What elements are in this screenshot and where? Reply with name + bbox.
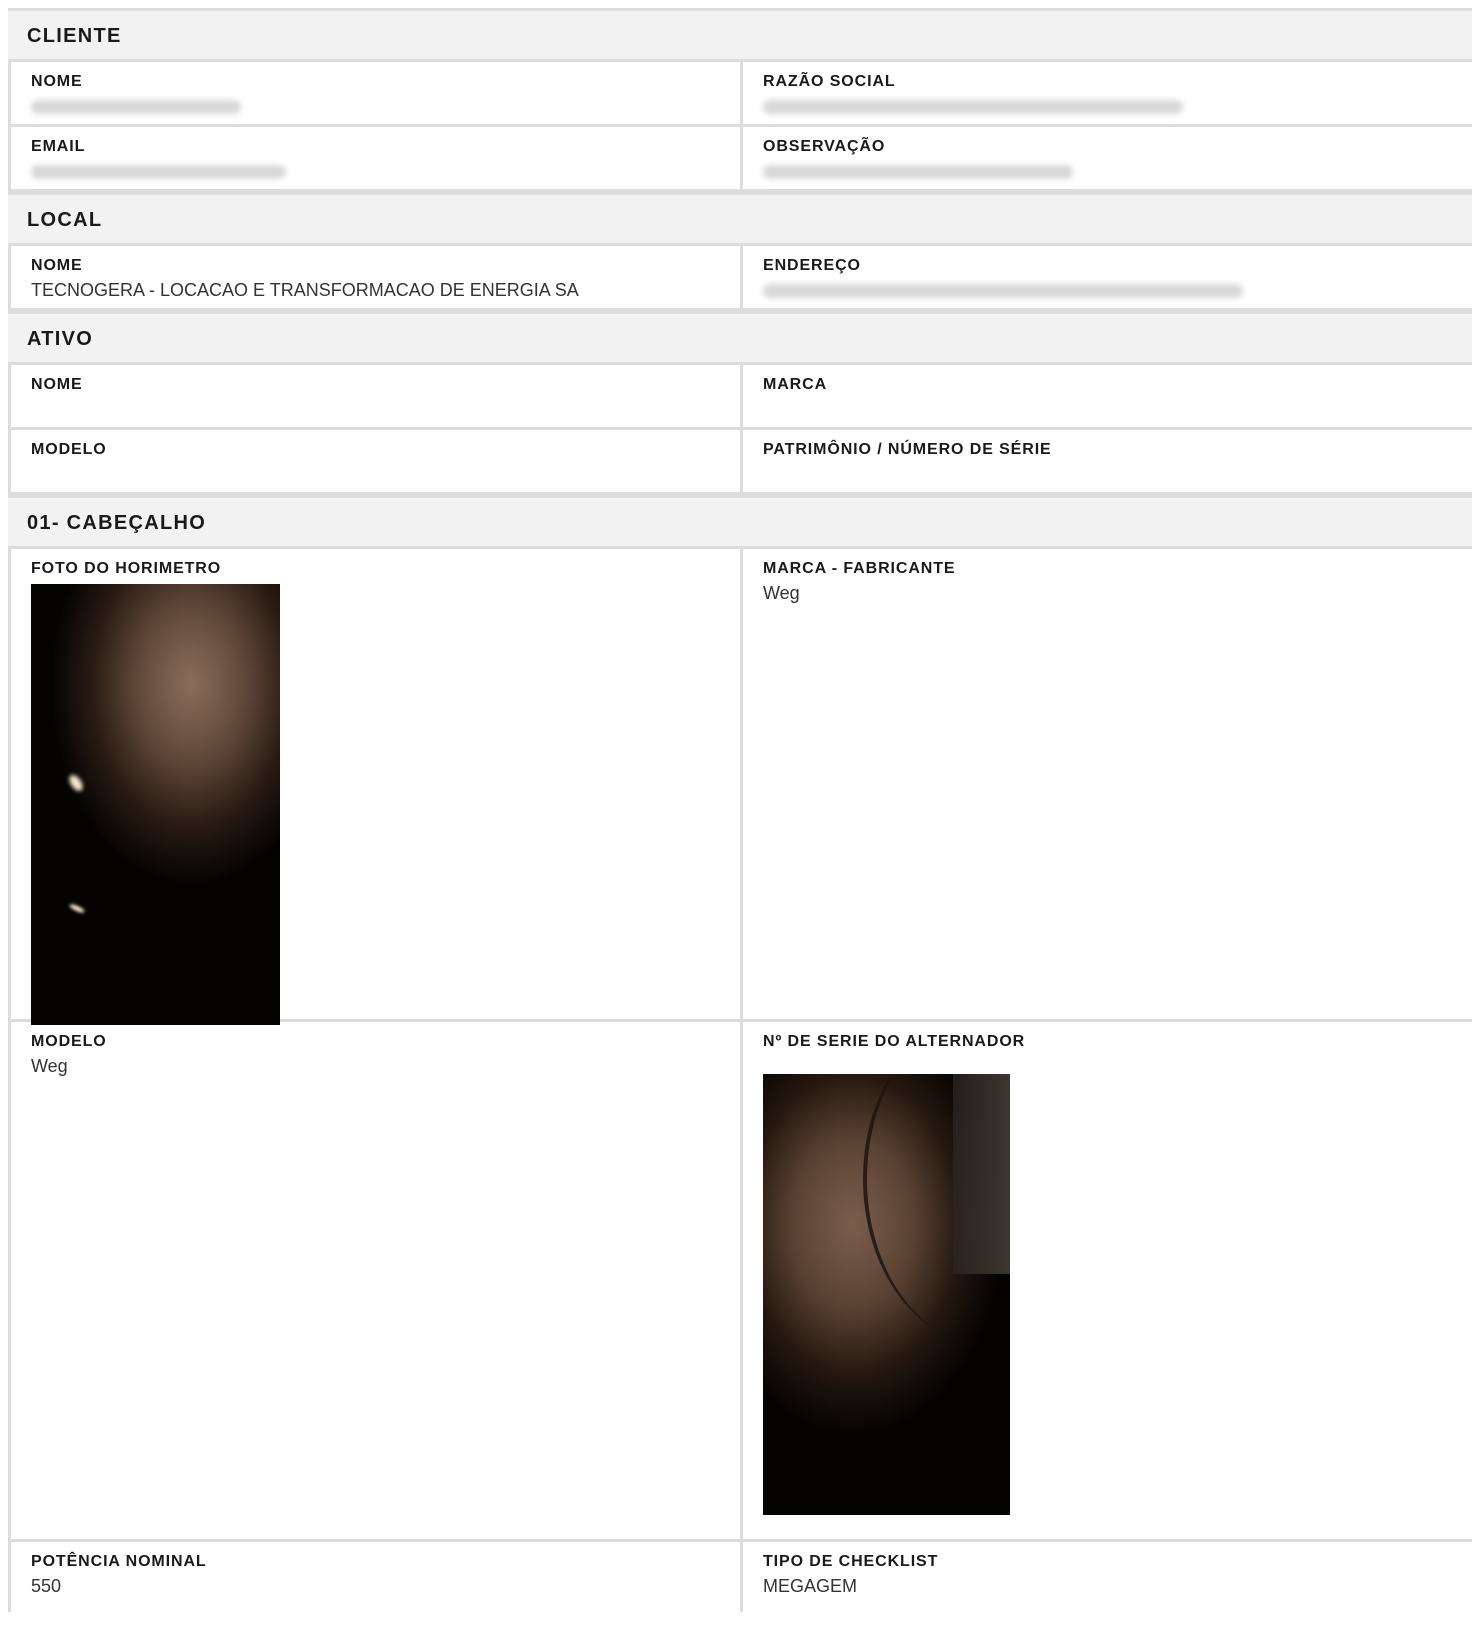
field-ativo-modelo: MODELO	[8, 430, 743, 492]
field-label: MODELO	[31, 441, 107, 458]
field-label: OBSERVAÇÃO	[763, 138, 886, 155]
section-header-cabecalho: 01- CABEÇALHO	[8, 495, 1472, 549]
field-value: Weg	[763, 583, 800, 603]
field-cliente-obs: OBSERVAÇÃO	[743, 127, 1472, 189]
section-title: LOCAL	[27, 209, 103, 231]
row-cliente-email: EMAIL OBSERVAÇÃO	[8, 127, 1472, 192]
field-label: EMAIL	[31, 138, 86, 155]
field-cliente-nome: NOME	[8, 62, 743, 124]
field-label: MARCA - FABRICANTE	[763, 560, 956, 577]
field-label: FOTO DO HORIMETRO	[31, 560, 222, 577]
field-value: 550	[31, 1576, 62, 1596]
field-local-endereco: ENDEREÇO	[743, 246, 1472, 308]
checklist-report: CLIENTE NOME RAZÃO SOCIAL EMAIL OBSERVAÇ…	[8, 8, 1472, 1612]
redacted-value	[763, 100, 1183, 114]
field-value: Weg	[31, 1056, 68, 1076]
field-local-nome: NOME TECNOGERA - LOCACAO E TRANSFORMACAO…	[8, 246, 743, 308]
row-ativo-modelo: MODELO PATRIMÔNIO / NÚMERO DE SÉRIE	[8, 430, 1472, 495]
field-label: Nº DE SERIE DO ALTERNADOR	[763, 1033, 1026, 1050]
section-title: CLIENTE	[27, 25, 122, 47]
field-label: POTÊNCIA NOMINAL	[31, 1553, 207, 1570]
row-cabecalho-foto: FOTO DO HORIMETRO MARCA - FABRICANTE Weg	[8, 549, 1472, 1025]
field-marca-fabricante: MARCA - FABRICANTE Weg	[743, 549, 1472, 1019]
field-label: TIPO DE CHECKLIST	[763, 1553, 939, 1570]
field-ativo-patrimonio: PATRIMÔNIO / NÚMERO DE SÉRIE	[743, 430, 1472, 492]
field-label: NOME	[31, 376, 83, 393]
redacted-value	[31, 165, 286, 179]
section-header-ativo: ATIVO	[8, 311, 1472, 365]
section-header-local: LOCAL	[8, 192, 1472, 246]
field-ativo-marca: MARCA	[743, 365, 1472, 427]
field-label: NOME	[31, 257, 83, 274]
row-ativo-nome: NOME MARCA	[8, 365, 1472, 430]
light-reflection	[66, 772, 86, 794]
field-label: RAZÃO SOCIAL	[763, 73, 896, 90]
field-ativo-nome: NOME	[8, 365, 743, 427]
light-reflection	[68, 902, 86, 915]
alternador-photo[interactable]	[763, 1074, 1010, 1515]
field-label: NOME	[31, 73, 83, 90]
field-tipo-checklist: TIPO DE CHECKLIST MEGAGEM	[743, 1542, 1472, 1612]
row-cliente-nome: NOME RAZÃO SOCIAL	[8, 62, 1472, 127]
redacted-value	[763, 165, 1073, 179]
field-value: MEGAGEM	[763, 1576, 858, 1596]
section-title: 01- CABEÇALHO	[27, 512, 207, 534]
row-cabecalho-potencia: POTÊNCIA NOMINAL 550 TIPO DE CHECKLIST M…	[8, 1542, 1472, 1612]
horimetro-photo[interactable]	[31, 584, 280, 1025]
section-title: ATIVO	[27, 328, 94, 350]
redacted-value	[763, 284, 1243, 298]
section-header-cliente: CLIENTE	[8, 8, 1472, 62]
field-serie-alternador: Nº DE SERIE DO ALTERNADOR	[743, 1022, 1472, 1539]
field-cabecalho-modelo: MODELO Weg	[8, 1022, 743, 1539]
field-label: ENDEREÇO	[763, 257, 861, 274]
row-cabecalho-modelo: MODELO Weg Nº DE SERIE DO ALTERNADOR	[8, 1022, 1472, 1542]
field-cliente-email: EMAIL	[8, 127, 743, 189]
field-foto-horimetro: FOTO DO HORIMETRO	[8, 549, 743, 1025]
housing-shadow	[953, 1074, 1010, 1274]
field-cliente-razao: RAZÃO SOCIAL	[743, 62, 1472, 124]
row-local: NOME TECNOGERA - LOCACAO E TRANSFORMACAO…	[8, 246, 1472, 311]
field-label: MARCA	[763, 376, 828, 393]
redacted-value	[31, 100, 241, 114]
field-label: PATRIMÔNIO / NÚMERO DE SÉRIE	[763, 441, 1052, 458]
field-potencia-nominal: POTÊNCIA NOMINAL 550	[8, 1542, 743, 1612]
field-label: MODELO	[31, 1033, 107, 1050]
field-value: TECNOGERA - LOCACAO E TRANSFORMACAO DE E…	[31, 280, 579, 300]
